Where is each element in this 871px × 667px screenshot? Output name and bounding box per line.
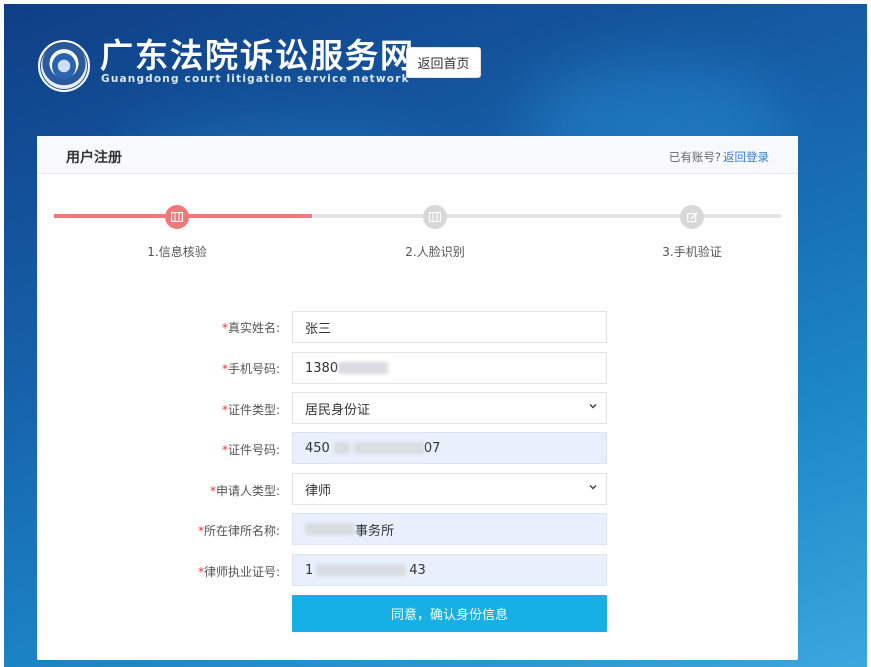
id-type-select[interactable]: 居民身份证 <box>292 392 607 424</box>
edit-icon <box>686 212 697 222</box>
redaction-mask <box>338 362 389 374</box>
page: 广东法院诉讼服务网 Guangdong court litigation ser… <box>0 0 871 667</box>
id-type-label: *证件类型: <box>221 403 280 417</box>
has-account-text: 已有账号? <box>668 150 721 164</box>
step-2-dot <box>423 205 447 229</box>
id-number-label: *证件号码: <box>221 443 280 457</box>
step-1-label: 1.信息核验 <box>147 245 207 259</box>
redaction-mask <box>333 442 350 454</box>
id-card-icon <box>171 212 183 222</box>
confirm-identity-button[interactable]: 同意，确认身份信息 <box>292 595 607 632</box>
license-number-input[interactable]: 1 43 <box>292 554 607 586</box>
chevron-down-icon <box>589 484 597 490</box>
id-card-icon <box>429 212 441 222</box>
name-input[interactable]: 张三 <box>292 311 607 343</box>
step-2-label: 2.人脸识别 <box>405 245 465 259</box>
court-emblem-logo <box>38 40 90 92</box>
card-title: 用户注册 <box>66 150 122 166</box>
id-number-input[interactable]: 450 07 <box>292 432 607 464</box>
back-to-login-link[interactable]: 返回登录 <box>723 149 769 165</box>
name-label: *真实姓名: <box>221 321 280 335</box>
site-title: 广东法院诉讼服务网 <box>100 36 415 75</box>
redaction-mask <box>305 523 355 535</box>
progress-track-pending <box>312 214 781 218</box>
applicant-type-select[interactable]: 律师 <box>292 473 607 505</box>
chevron-down-icon <box>589 403 597 409</box>
site-subtitle: Guangdong court litigation service netwo… <box>101 73 410 85</box>
back-home-button[interactable]: 返回首页 <box>406 47 481 78</box>
phone-label: *手机号码: <box>221 362 280 376</box>
license-number-label: *律师执业证号: <box>197 565 280 579</box>
redaction-mask <box>353 442 424 454</box>
law-firm-label: *所在律所名称: <box>197 524 280 538</box>
step-3-dot <box>680 205 704 229</box>
redaction-mask <box>316 564 407 576</box>
step-3-label: 3.手机验证 <box>662 245 722 259</box>
card-header: 用户注册 已有账号? 返回登录 <box>37 136 798 174</box>
register-card: 用户注册 已有账号? 返回登录 1.信息核验 2.人脸识别 3.手机验证 *真实… <box>37 136 798 660</box>
phone-input[interactable]: 1380 <box>292 352 607 384</box>
law-firm-input[interactable]: 事务所 <box>292 513 607 545</box>
applicant-type-label: *申请人类型: <box>209 484 280 498</box>
step-1-dot <box>165 205 189 229</box>
